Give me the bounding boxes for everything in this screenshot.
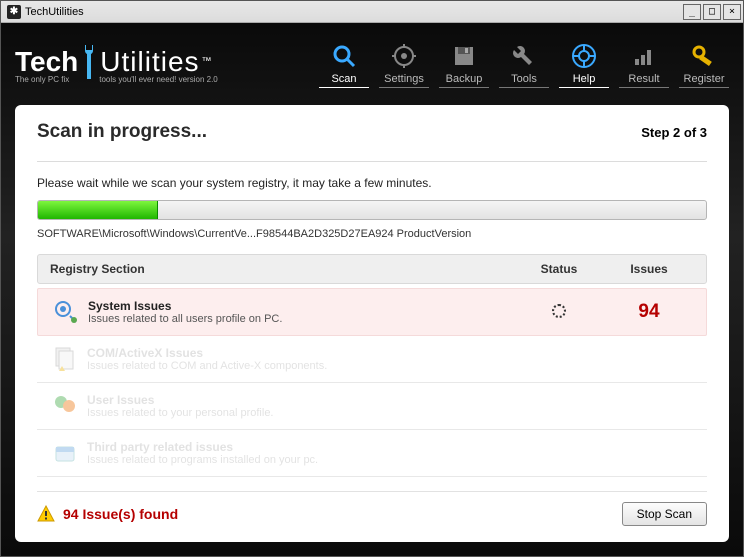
row-title: COM/ActiveX Issues bbox=[87, 346, 515, 360]
logo-right: Utilities bbox=[100, 46, 199, 78]
app-body: Tech Utilities ™ The only PC fix tools y… bbox=[1, 23, 743, 556]
col-section-header: Registry Section bbox=[50, 262, 514, 276]
table-row: System IssuesIssues related to all users… bbox=[37, 288, 707, 336]
toolbar-label: Scan bbox=[331, 73, 356, 85]
minimize-button[interactable]: _ bbox=[683, 4, 701, 20]
settings-icon bbox=[391, 41, 417, 71]
main-panel: Scan in progress... Step 2 of 3 Please w… bbox=[15, 105, 729, 542]
scan-icon bbox=[331, 41, 357, 71]
toolbar-label: Result bbox=[628, 73, 659, 85]
table-body: System IssuesIssues related to all users… bbox=[37, 284, 707, 477]
header: Tech Utilities ™ The only PC fix tools y… bbox=[15, 23, 729, 105]
progress-bar bbox=[37, 200, 707, 220]
wait-message: Please wait while we scan your system re… bbox=[37, 176, 707, 190]
table-row: User IssuesIssues related to your person… bbox=[37, 383, 707, 430]
panel-footer: 94 Issue(s) found Stop Scan bbox=[37, 491, 707, 526]
progress-fill bbox=[38, 201, 158, 219]
close-button[interactable]: × bbox=[723, 4, 741, 20]
row-issues: 94 bbox=[604, 301, 694, 323]
register-icon bbox=[691, 41, 717, 71]
loading-spinner-icon bbox=[552, 304, 566, 318]
row-title: User Issues bbox=[87, 393, 515, 407]
toolbar-scan[interactable]: Scan bbox=[319, 41, 369, 88]
tagline-right: tools you'll ever need! version 2.0 bbox=[99, 75, 217, 84]
stop-scan-button[interactable]: Stop Scan bbox=[622, 502, 707, 526]
toolbar-register[interactable]: Register bbox=[679, 41, 729, 88]
tagline-left: The only PC fix bbox=[15, 75, 69, 84]
toolbar-settings[interactable]: Settings bbox=[379, 41, 429, 88]
help-icon bbox=[571, 41, 597, 71]
toolbar-label: Settings bbox=[384, 73, 424, 85]
divider bbox=[37, 161, 707, 162]
toolbar-help[interactable]: Help bbox=[559, 41, 609, 88]
logo: Tech Utilities ™ The only PC fix tools y… bbox=[15, 45, 218, 84]
toolbar-label: Register bbox=[684, 73, 725, 85]
scan-path: SOFTWARE\Microsoft\Windows\CurrentVe...F… bbox=[37, 228, 707, 240]
table-row: Third party related issuesIssues related… bbox=[37, 430, 707, 477]
issues-found-text: 94 Issue(s) found bbox=[63, 506, 178, 522]
logo-left: Tech bbox=[15, 46, 78, 78]
row-icon bbox=[49, 391, 81, 421]
col-status-header: Status bbox=[514, 262, 604, 276]
row-icon bbox=[49, 344, 81, 374]
row-desc: Issues related to your personal profile. bbox=[87, 407, 515, 419]
app-window: ✱ TechUtilities _ □ × Tech Utilities bbox=[0, 0, 744, 557]
toolbar-label: Tools bbox=[511, 73, 537, 85]
titlebar: ✱ TechUtilities _ □ × bbox=[1, 1, 743, 23]
toolbar-label: Backup bbox=[446, 73, 483, 85]
backup-icon bbox=[451, 41, 477, 71]
row-title: Third party related issues bbox=[87, 440, 515, 454]
col-issues-header: Issues bbox=[604, 262, 694, 276]
row-icon bbox=[49, 438, 81, 468]
wrench-icon bbox=[79, 45, 99, 79]
maximize-button[interactable]: □ bbox=[703, 4, 721, 20]
app-icon: ✱ bbox=[7, 5, 21, 19]
row-title: System Issues bbox=[88, 299, 514, 313]
tools-icon bbox=[511, 41, 537, 71]
result-icon bbox=[631, 41, 657, 71]
warning-icon bbox=[37, 505, 55, 523]
toolbar-backup[interactable]: Backup bbox=[439, 41, 489, 88]
window-controls: _ □ × bbox=[683, 4, 741, 20]
toolbar-result[interactable]: Result bbox=[619, 41, 669, 88]
row-icon bbox=[50, 297, 82, 327]
logo-tm: ™ bbox=[202, 56, 212, 67]
step-indicator: Step 2 of 3 bbox=[641, 125, 707, 140]
table-row: COM/ActiveX IssuesIssues related to COM … bbox=[37, 336, 707, 383]
panel-title: Scan in progress... bbox=[37, 121, 207, 143]
row-desc: Issues related to programs installed on … bbox=[87, 454, 515, 466]
toolbar-label: Help bbox=[573, 73, 596, 85]
row-status bbox=[514, 304, 604, 321]
toolbar: Scan Settings Backup Tools Help Result Registe… bbox=[319, 41, 729, 88]
row-desc: Issues related to all users profile on P… bbox=[88, 313, 514, 325]
toolbar-tools[interactable]: Tools bbox=[499, 41, 549, 88]
table-header: Registry Section Status Issues bbox=[37, 254, 707, 284]
window-title: TechUtilities bbox=[25, 6, 683, 18]
row-desc: Issues related to COM and Active-X compo… bbox=[87, 360, 515, 372]
